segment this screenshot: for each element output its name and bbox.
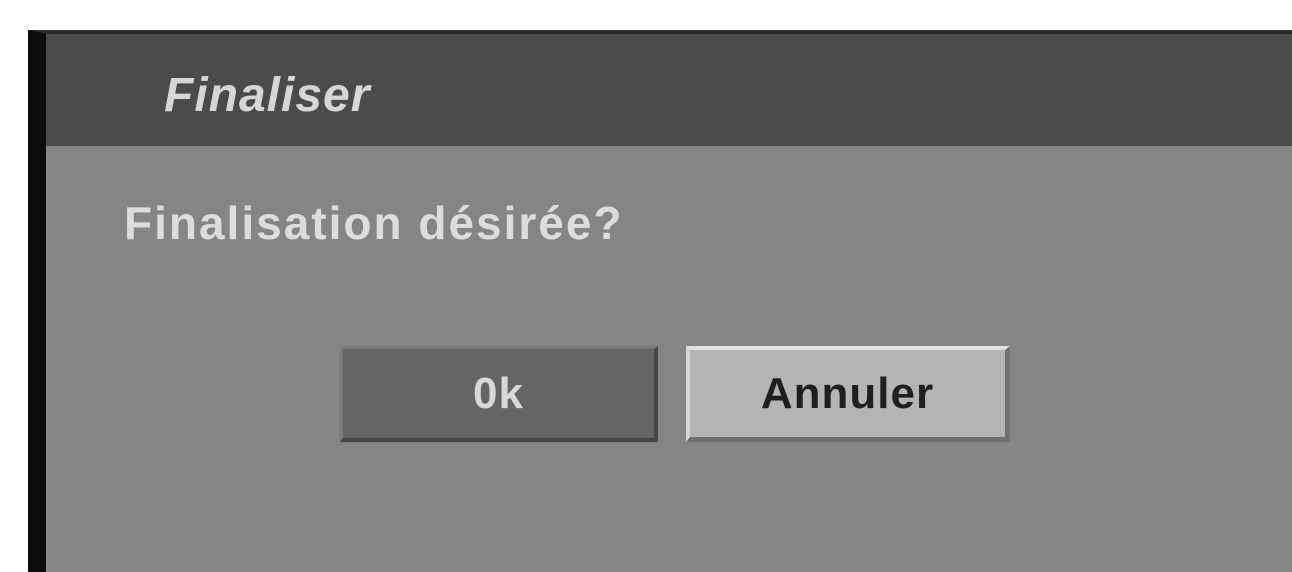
dialog-title: Finaliser [164,69,371,122]
cancel-button[interactable]: Annuler [686,346,1010,442]
ok-button[interactable]: 0k [340,346,658,442]
dialog-title-bar: Finaliser [46,34,1292,146]
dialog-message: Finalisation désirée? [124,197,624,249]
finalize-dialog: Finaliser Finalisation désirée? 0k Annul… [28,30,1292,572]
